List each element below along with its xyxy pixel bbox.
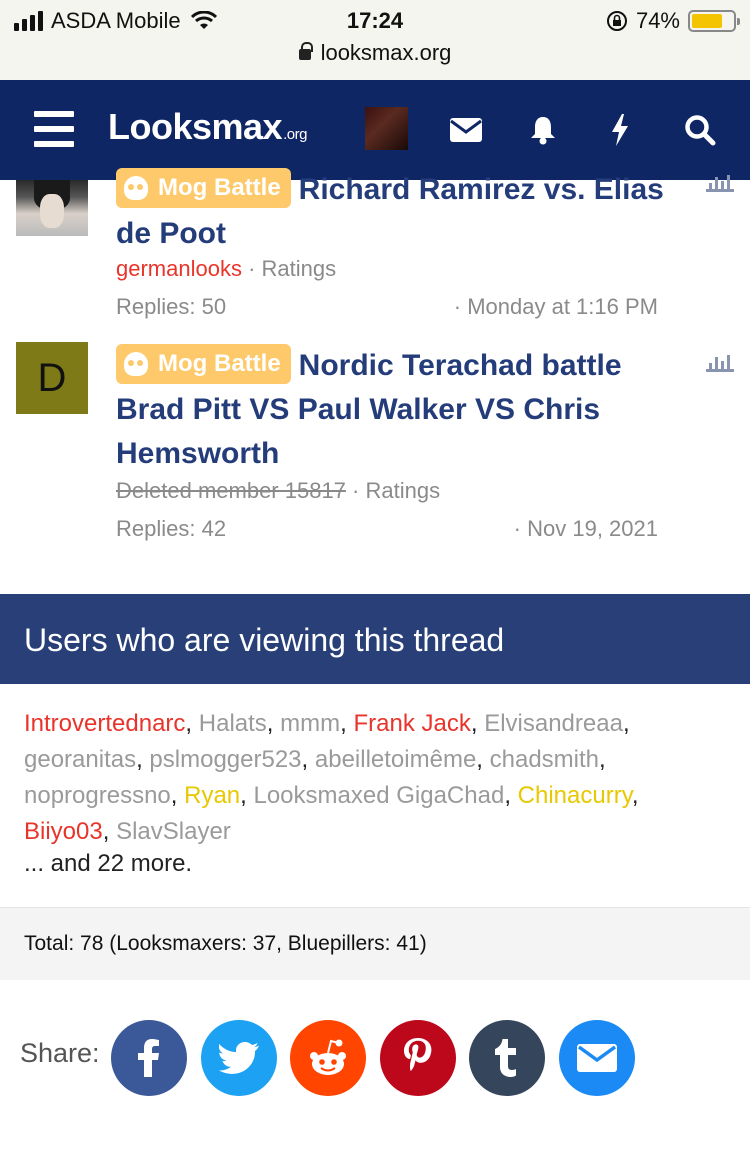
bolt-icon[interactable]: [600, 110, 640, 150]
battery-level: [692, 14, 722, 28]
poll-icon: [706, 170, 734, 192]
viewer-username[interactable]: Frank Jack: [353, 710, 470, 737]
separator: ,: [136, 746, 150, 773]
poll-icon: [706, 350, 734, 372]
logo-tld: .org: [283, 126, 307, 143]
viewer-username[interactable]: SlavSlayer: [116, 818, 231, 845]
search-icon[interactable]: [680, 110, 720, 150]
thread-last-post-date[interactable]: · Nov 19, 2021: [514, 516, 658, 542]
viewer-username[interactable]: Halats: [199, 710, 267, 737]
separator: ,: [185, 710, 199, 737]
user-avatar[interactable]: [365, 107, 408, 150]
rotation-lock-icon: [606, 11, 627, 31]
thread-forum[interactable]: Ratings: [262, 256, 337, 281]
thread-prefix-label: Mog Battle: [158, 174, 281, 201]
viewers-list: Introvertednarc, Halats, mmm, Frank Jack…: [24, 706, 724, 850]
viewers-total: Total: 78 (Looksmaxers: 37, Bluepillers:…: [0, 907, 750, 980]
viewer-username[interactable]: Looksmaxed GigaChad: [253, 782, 504, 809]
viewer-username[interactable]: mmm: [280, 710, 340, 737]
pinterest-icon: [404, 1038, 432, 1071]
facebook-share-button[interactable]: [111, 1020, 187, 1096]
separator: ,: [266, 710, 281, 737]
viewer-username[interactable]: abeilletoimême: [315, 746, 476, 773]
thread-prefix[interactable]: Mog Battle: [116, 344, 291, 384]
thread-title[interactable]: Mog Battle Nordic Terachad battle Brad Pi…: [116, 344, 696, 476]
reddit-share-button[interactable]: [290, 1020, 366, 1096]
viewer-username[interactable]: Chinacurry: [518, 782, 632, 809]
separator: ,: [240, 782, 254, 809]
thread-replies: Replies: 50: [116, 294, 227, 319]
separator: ,: [622, 710, 630, 737]
thread-author: Deleted member 15817: [116, 478, 346, 503]
viewer-username[interactable]: Biiyo03: [24, 818, 103, 845]
separator: ,: [340, 710, 354, 737]
envelope-icon[interactable]: [446, 110, 486, 150]
lock-icon: [298, 42, 313, 60]
viewer-username[interactable]: Ryan: [184, 782, 240, 809]
thread-author-avatar[interactable]: D: [16, 342, 88, 414]
thread-author-avatar[interactable]: [16, 180, 88, 236]
url-text: looksmax.org: [320, 40, 452, 65]
viewers-heading: Users who are viewing this thread: [0, 594, 750, 684]
logo-text: Looksmax: [108, 106, 283, 147]
viewer-username[interactable]: noprogressno: [24, 782, 171, 809]
viewer-username[interactable]: georanitas: [24, 746, 136, 773]
viewer-username[interactable]: pslmogger523: [149, 746, 301, 773]
address-bar[interactable]: looksmax.org: [0, 40, 750, 66]
thread-forum[interactable]: Ratings: [365, 478, 440, 503]
thread-meta: Deleted member 15817 · Ratings: [116, 478, 441, 503]
separator: ,: [102, 818, 117, 845]
twitter-icon: [219, 1042, 259, 1074]
battery-group: 74%: [606, 8, 740, 34]
separator: ,: [476, 746, 490, 773]
skull-icon: [124, 352, 148, 376]
pinterest-share-button[interactable]: [380, 1020, 456, 1096]
thread-meta: germanlooks · Ratings: [116, 256, 337, 281]
share-label: Share:: [20, 1038, 100, 1068]
twitter-share-button[interactable]: [201, 1020, 277, 1096]
status-bar: ASDA Mobile 17:24 74% looksmax.org: [0, 0, 750, 80]
separator: ,: [599, 746, 606, 773]
menu-icon[interactable]: [34, 111, 74, 147]
separator: ,: [631, 782, 639, 809]
viewer-username[interactable]: Introvertednarc: [24, 710, 185, 737]
thread-prefix-label: Mog Battle: [158, 350, 281, 377]
bell-icon[interactable]: [523, 110, 563, 150]
tumblr-share-button[interactable]: [469, 1020, 545, 1096]
thread-title[interactable]: Mog Battle Richard Ramirez vs. Elias de P…: [116, 168, 696, 256]
thread-last-post-date[interactable]: · Monday at 1:16 PM: [454, 294, 658, 320]
thread-replies: Replies: 42: [116, 516, 227, 541]
email-share-button[interactable]: [559, 1020, 635, 1096]
thread-date-text: Nov 19, 2021: [527, 516, 658, 541]
envelope-icon: [577, 1044, 617, 1072]
facebook-icon: [138, 1039, 159, 1077]
separator: ,: [301, 746, 315, 773]
separator: ,: [504, 782, 518, 809]
tumblr-icon: [495, 1039, 516, 1077]
site-logo[interactable]: Looksmax.org: [108, 106, 307, 148]
battery-percent: 74%: [635, 8, 680, 33]
site-header: Looksmax.org: [0, 80, 750, 180]
battery-icon: [688, 10, 740, 32]
viewers-more-link[interactable]: ... and 22 more.: [24, 850, 192, 878]
separator: ,: [170, 782, 185, 809]
thread-date-text: Monday at 1:16 PM: [467, 294, 658, 319]
viewer-username[interactable]: chadsmith: [490, 746, 599, 773]
separator: ,: [470, 710, 485, 737]
thread-author[interactable]: germanlooks: [116, 256, 242, 281]
thread-prefix[interactable]: Mog Battle: [116, 168, 291, 208]
reddit-icon: [310, 1039, 346, 1075]
viewer-username[interactable]: Elvisandreaa: [484, 710, 623, 737]
skull-icon: [124, 176, 148, 200]
